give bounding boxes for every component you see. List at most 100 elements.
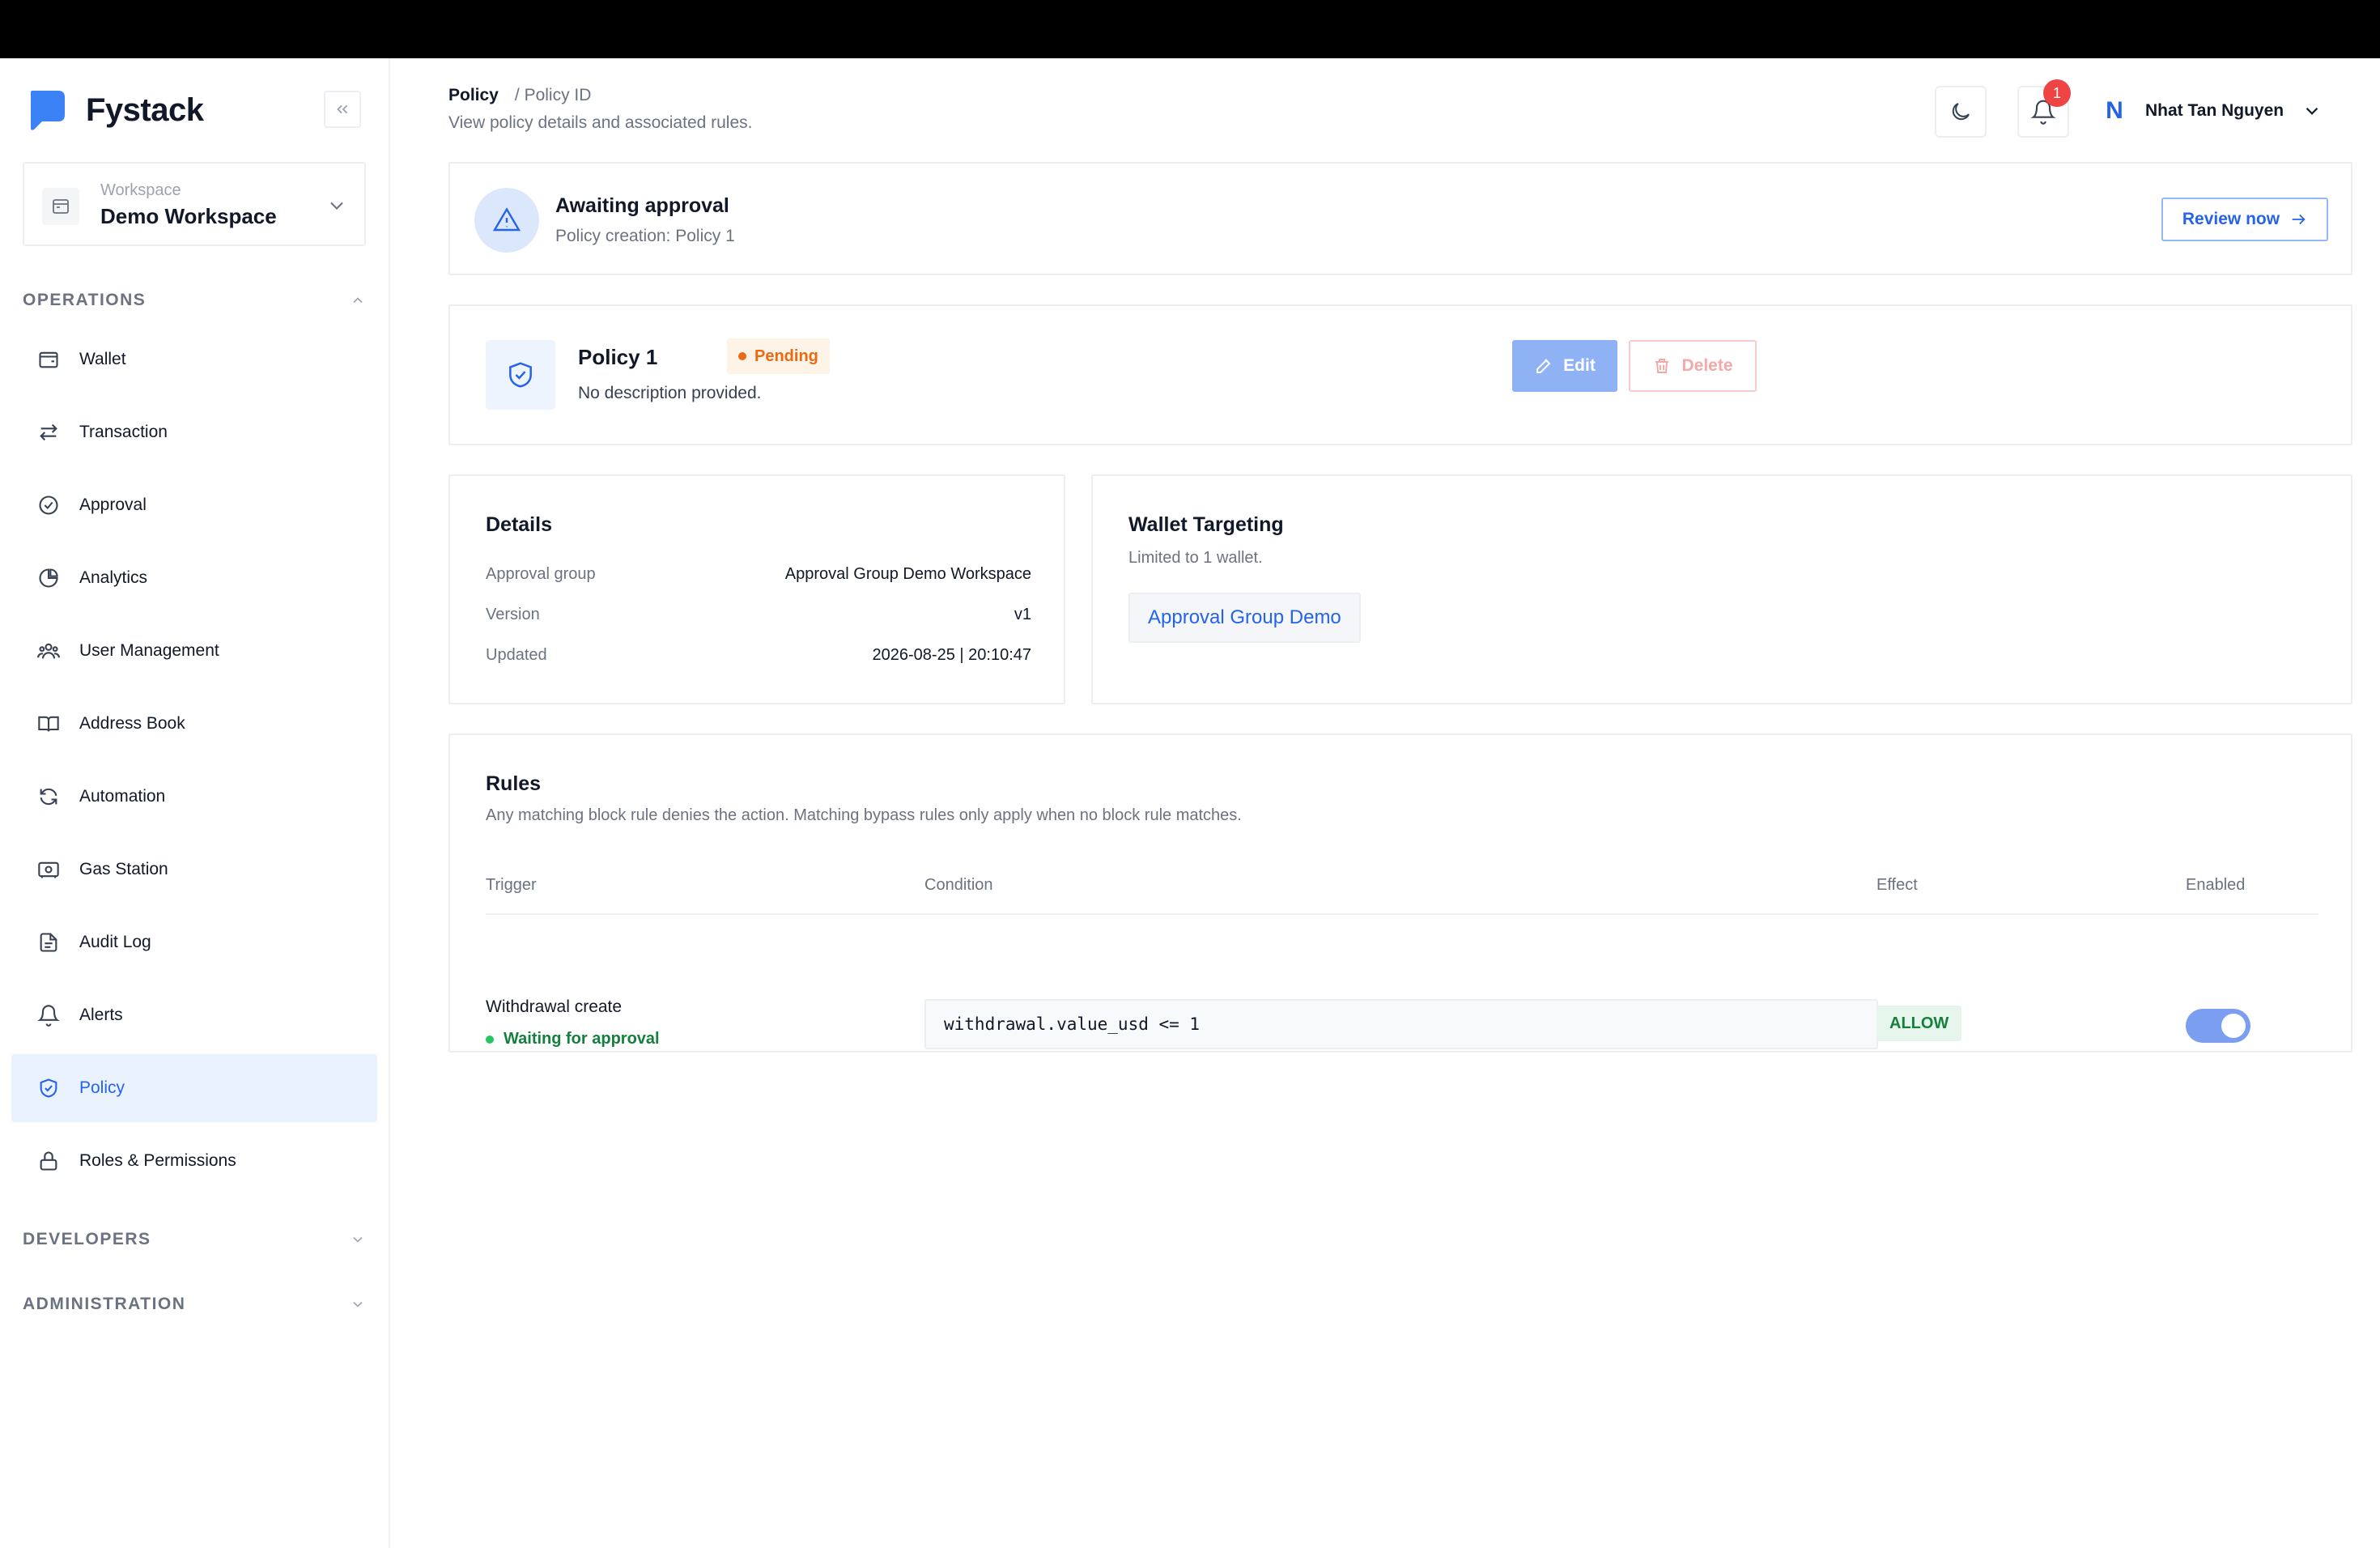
chevron-down-icon — [353, 1301, 363, 1308]
brand[interactable]: Fystack — [28, 87, 204, 133]
detail-value: 2026-08-25 | 20:10:47 — [872, 646, 1031, 664]
rule-status-label: Waiting for approval — [504, 1030, 660, 1048]
sidebar-item-address-book[interactable]: Address Book — [11, 690, 377, 758]
fystack-logo-icon — [31, 91, 65, 130]
sidebar-item-label: Alerts — [79, 1006, 123, 1024]
wallet-chip[interactable]: Approval Group Demo — [1128, 593, 1361, 643]
column-header-trigger: Trigger — [486, 876, 537, 894]
section-operations[interactable]: OPERATIONS — [23, 288, 366, 313]
sidebar-item-policy[interactable]: Policy — [11, 1054, 377, 1122]
bell-icon — [36, 1002, 62, 1028]
theme-toggle-button[interactable] — [1935, 86, 1987, 138]
detail-row-updated: Updated 2026-08-25 | 20:10:47 — [486, 646, 1031, 665]
window-top-bar — [0, 0, 2380, 58]
sidebar-item-audit-log[interactable]: Audit Log — [11, 908, 377, 976]
page-subtitle: View policy details and associated rules… — [448, 113, 753, 132]
column-header-effect: Effect — [1876, 876, 1918, 894]
lock-icon — [36, 1148, 62, 1174]
moon-icon — [1952, 103, 1970, 121]
check-circle-icon — [36, 492, 62, 518]
detail-row-approval-group: Approval group Approval Group Demo Works… — [486, 565, 1031, 584]
refresh-icon — [36, 784, 62, 810]
approval-banner: Awaiting approval Policy creation: Polic… — [448, 162, 2352, 275]
detail-key: Updated — [486, 646, 547, 664]
policy-description: No description provided. — [578, 384, 762, 402]
workspace-selector[interactable]: Workspace Demo Workspace — [23, 162, 366, 246]
sidebar-item-label: Address Book — [79, 714, 185, 733]
rule-trigger: Withdrawal create — [486, 997, 623, 1016]
notifications-button[interactable]: 1 — [2017, 79, 2071, 138]
breadcrumb: Policy / Policy ID — [448, 86, 591, 105]
section-developers[interactable]: DEVELOPERS — [23, 1227, 366, 1252]
wallet-targeting-card: Wallet Targeting Limited to 1 wallet. Ap… — [1091, 474, 2352, 704]
sidebar-item-gas-station[interactable]: Gas Station — [11, 836, 377, 904]
rule-effect-badge: ALLOW — [1876, 1006, 1962, 1041]
breadcrumb-policy-link[interactable]: Policy — [448, 86, 499, 105]
sidebar-item-label: Policy — [79, 1078, 125, 1097]
column-header-condition: Condition — [924, 876, 993, 894]
rules-card: Rules Any matching block rule denies the… — [448, 734, 2352, 1053]
gas-station-icon — [36, 857, 62, 882]
sidebar-item-label: Transaction — [79, 423, 168, 441]
details-card: Details Approval group Approval Group De… — [448, 474, 1065, 704]
status-dot — [738, 352, 746, 360]
sidebar-item-label: Wallet — [79, 350, 126, 368]
status-label: Pending — [754, 347, 818, 365]
toggle-knob — [2221, 1014, 2246, 1038]
edit-label: Edit — [1563, 356, 1596, 375]
sidebar-item-label: Roles & Permissions — [79, 1151, 236, 1170]
users-icon — [36, 638, 62, 664]
chevron-down-icon — [2306, 107, 2318, 115]
review-now-button[interactable]: Review now — [2161, 198, 2328, 241]
rule-status: Waiting for approval — [486, 1030, 660, 1048]
trash-icon — [1655, 359, 1669, 373]
edit-button[interactable]: Edit — [1512, 340, 1617, 392]
chevron-up-icon — [353, 297, 363, 304]
approval-subtitle: Policy creation: Policy 1 — [555, 227, 735, 245]
sidebar-item-wallet[interactable]: Wallet — [11, 325, 377, 393]
rule-enabled-toggle[interactable] — [2186, 1009, 2250, 1043]
review-now-label: Review now — [2182, 210, 2280, 228]
brand-name: Fystack — [86, 91, 204, 128]
sidebar-item-alerts[interactable]: Alerts — [11, 981, 377, 1049]
collapse-sidebar-button[interactable] — [324, 91, 361, 128]
sidebar-item-label: Analytics — [79, 568, 148, 587]
avatar: N — [2106, 97, 2123, 124]
sidebar-item-label: User Management — [79, 641, 219, 660]
chevrons-left-icon — [337, 104, 348, 114]
delete-button[interactable]: Delete — [1629, 340, 1757, 392]
main-content: Policy / Policy ID View policy details a… — [390, 58, 2380, 1548]
section-administration-label: ADMINISTRATION — [23, 1295, 186, 1313]
policy-header-card: Policy 1 Pending No description provided… — [448, 304, 2352, 445]
user-name: Nhat Tan Nguyen — [2145, 101, 2284, 120]
detail-key: Approval group — [486, 565, 596, 583]
book-icon — [36, 711, 62, 737]
wallet-icon — [36, 347, 62, 372]
section-developers-label: DEVELOPERS — [23, 1230, 151, 1248]
detail-value: Approval Group Demo Workspace — [784, 565, 1031, 583]
user-menu[interactable]: N Nhat Tan Nguyen — [2098, 97, 2323, 125]
sidebar-item-analytics[interactable]: Analytics — [11, 544, 377, 612]
sidebar-item-approval[interactable]: Approval — [11, 471, 377, 539]
rules-title: Rules — [486, 772, 542, 795]
sidebar-item-label: Gas Station — [79, 860, 168, 878]
sidebar-item-user-management[interactable]: User Management — [11, 617, 377, 685]
workspace-icon — [42, 188, 79, 225]
details-title: Details — [486, 513, 552, 536]
section-administration[interactable]: ADMINISTRATION — [23, 1292, 366, 1316]
workspace-name: Demo Workspace — [100, 204, 277, 228]
breadcrumb-current-page: Policy ID — [524, 86, 592, 104]
chevron-down-icon — [353, 1236, 363, 1243]
column-header-enabled: Enabled — [2186, 876, 2246, 894]
table-divider — [486, 913, 2318, 915]
notification-count-badge: 1 — [2043, 79, 2071, 107]
breadcrumb-separator: / — [514, 86, 520, 104]
sidebar-item-label: Automation — [79, 787, 166, 806]
file-icon — [36, 929, 62, 955]
sidebar-item-roles-permissions[interactable]: Roles & Permissions — [11, 1127, 377, 1195]
sidebar-item-transaction[interactable]: Transaction — [11, 398, 377, 466]
wallet-targeting-title: Wallet Targeting — [1128, 513, 1284, 536]
sidebar-item-automation[interactable]: Automation — [11, 763, 377, 831]
warning-icon — [474, 188, 539, 253]
arrow-right-icon — [2292, 214, 2306, 225]
